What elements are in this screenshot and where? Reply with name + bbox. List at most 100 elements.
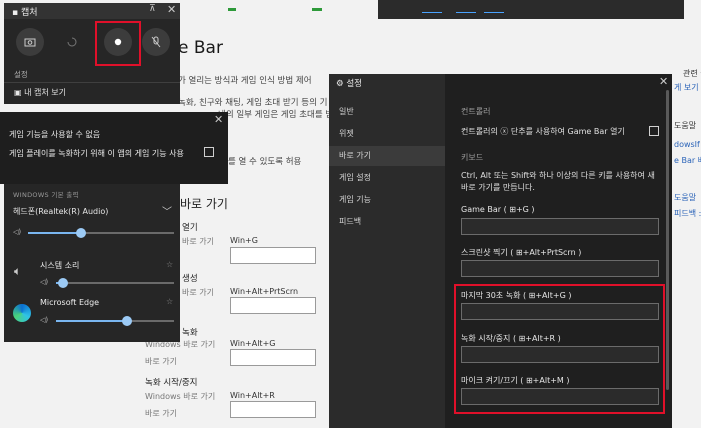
settings-nav: ⚙ 설정 일반 위젯 바로 가기 게임 설정 게임 기능 피드백 bbox=[329, 74, 445, 428]
help-link[interactable]: e Bar 베 bbox=[674, 155, 701, 166]
system-volume-slider[interactable] bbox=[56, 278, 174, 288]
shortcut-sub: 바로 가기 bbox=[182, 288, 214, 297]
speaker-icon: 🔈︎ bbox=[14, 264, 22, 278]
screenshot-shortcut-input[interactable] bbox=[461, 260, 659, 277]
master-volume-fill bbox=[28, 232, 81, 234]
nav-item-game-features[interactable]: 게임 기능 bbox=[329, 190, 445, 210]
shortcut-sub: Windows 바로 가기 bbox=[145, 392, 216, 401]
capture-title-text: 캡처 bbox=[20, 8, 38, 18]
output-device-name: 헤드폰(Realtek(R) Audio) bbox=[13, 207, 109, 216]
help-heading: 도움말 bbox=[674, 121, 697, 130]
shortcut-sub: 바로 가기 bbox=[182, 237, 214, 246]
shortcut-input[interactable] bbox=[230, 297, 316, 314]
shortcuts-highlight bbox=[454, 284, 665, 414]
scrollbar-thumb[interactable] bbox=[666, 90, 669, 390]
master-volume-knob[interactable] bbox=[75, 228, 86, 238]
keyboard-description: Ctrl, Alt 또는 Shift와 하나 이상의 다른 키를 사용하여 새 bbox=[461, 171, 655, 180]
tab-underline bbox=[422, 12, 442, 13]
microphone-toggle-button[interactable] bbox=[142, 28, 170, 56]
capture-settings-label: 설정 bbox=[14, 70, 28, 79]
record-last-button[interactable] bbox=[58, 28, 86, 56]
enable-game-features-checkbox[interactable] bbox=[204, 147, 214, 157]
shortcut-key: Win+Alt+R bbox=[230, 391, 275, 400]
page-description: 를 열 수 있도록 허용 bbox=[228, 157, 302, 167]
keyboard-description: 바로 가기를 만듭니다. bbox=[461, 183, 535, 192]
controller-heading: 컨트롤러 bbox=[461, 107, 491, 116]
show-captures-label: 내 캡처 보기 bbox=[24, 88, 66, 97]
edge-volume-knob[interactable] bbox=[121, 316, 132, 326]
volume-icon: ◁) bbox=[40, 316, 49, 324]
audio-widget: WINDOWS 기본 출력 헤드폰(Realtek(R) Audio) ﹀ ◁)… bbox=[4, 184, 180, 342]
capture-widget: ▪ 캡처 ⊼ ✕ 설정 ▣ 내 캡처 보기 bbox=[4, 3, 180, 104]
settings-title: ⚙ 설정 bbox=[336, 79, 362, 89]
page-title: e Bar bbox=[178, 38, 223, 58]
notice-title: 게임 기능을 사용할 수 없음 bbox=[9, 130, 101, 139]
shortcut-input[interactable] bbox=[230, 349, 316, 366]
shortcut-label: 녹화 bbox=[182, 328, 198, 338]
edge-volume-fill bbox=[56, 320, 127, 322]
top-dark-strip bbox=[378, 0, 684, 19]
controller-option-label: 컨트롤러의 ⓧ 단추를 사용하여 Game Bar 열기 bbox=[461, 127, 625, 136]
nav-item-general[interactable]: 일반 bbox=[329, 102, 445, 122]
game-bar-shortcut-input[interactable] bbox=[461, 218, 659, 235]
nav-item-shortcuts[interactable]: 바로 가기 bbox=[329, 146, 445, 166]
keyboard-heading: 키보드 bbox=[461, 153, 484, 162]
shortcut-sub: 바로 가기 bbox=[145, 409, 177, 418]
shortcut-label: 열기 bbox=[182, 223, 198, 233]
system-sound-label: 시스템 소리 bbox=[40, 261, 80, 270]
notice-option-label: 게임 플레이를 녹화하기 위해 이 앱의 게임 기능 사용 bbox=[9, 149, 184, 158]
gallery-icon: ▣ bbox=[14, 88, 22, 97]
nav-item-feedback[interactable]: 피드백 bbox=[329, 212, 445, 232]
record-button-highlight bbox=[95, 21, 141, 66]
replay-icon bbox=[67, 37, 77, 47]
star-icon[interactable]: ☆ bbox=[166, 297, 173, 306]
title-bar-accent bbox=[312, 8, 322, 11]
divider bbox=[4, 82, 180, 83]
close-icon[interactable]: ✕ bbox=[214, 113, 223, 126]
controller-open-checkbox[interactable] bbox=[649, 126, 659, 136]
help-link[interactable]: dowsIf bbox=[674, 140, 700, 149]
close-icon[interactable]: ✕ bbox=[167, 3, 176, 16]
shortcut-input[interactable] bbox=[230, 401, 316, 418]
shortcut-field-label: 스크린샷 찍기 ( ⊞+Alt+PrtScrn ) bbox=[461, 248, 582, 257]
chevron-down-icon[interactable]: ﹀ bbox=[162, 203, 172, 218]
screenshot-button[interactable] bbox=[16, 28, 44, 56]
shortcut-label: 녹화 시작/중지 bbox=[145, 378, 198, 388]
volume-icon: ◁) bbox=[13, 228, 22, 236]
title-bar-accent bbox=[228, 8, 236, 11]
settings-title-text: 설정 bbox=[346, 79, 362, 89]
page-description: 가 열리는 방식과 게임 인식 방법 제어 bbox=[178, 76, 312, 86]
show-captures-link[interactable]: ▣ 내 캡처 보기 bbox=[14, 87, 66, 98]
shortcut-label: 생성 bbox=[182, 274, 198, 284]
shortcut-key: Win+Alt+G bbox=[230, 339, 276, 348]
page-description: 내의 일부 게임은 게임 초대를 받 bbox=[218, 110, 334, 120]
nav-item-gaming-settings[interactable]: 게임 설정 bbox=[329, 168, 445, 188]
master-volume-slider[interactable] bbox=[28, 228, 174, 238]
section-title-shortcuts: 바로 가기 bbox=[180, 197, 228, 211]
related-settings-heading: 관련 설정 bbox=[683, 69, 701, 78]
tab-underline bbox=[484, 12, 504, 13]
edge-volume-slider[interactable] bbox=[56, 316, 174, 326]
related-settings-link[interactable]: 게 보기 bbox=[674, 82, 699, 93]
shortcut-input[interactable] bbox=[230, 247, 316, 264]
shortcut-key: Win+G bbox=[230, 236, 258, 245]
default-output-heading: WINDOWS 기본 출력 bbox=[13, 191, 79, 199]
shortcut-field-label: Game Bar ( ⊞+G ) bbox=[461, 205, 535, 214]
capture-widget-header[interactable]: ▪ 캡처 ⊼ ✕ bbox=[4, 3, 180, 19]
game-features-notice: ✕ 게임 기능을 사용할 수 없음 게임 플레이를 녹화하기 위해 이 앱의 게… bbox=[0, 112, 228, 184]
camera-icon bbox=[24, 38, 36, 47]
edge-app-label: Microsoft Edge bbox=[40, 298, 100, 307]
help-link[interactable]: 도움말 bbox=[674, 192, 696, 203]
close-icon[interactable]: ✕ bbox=[659, 75, 668, 88]
volume-icon: ◁) bbox=[40, 278, 49, 286]
star-icon[interactable]: ☆ bbox=[166, 260, 173, 269]
nav-item-widgets[interactable]: 위젯 bbox=[329, 124, 445, 144]
pin-icon[interactable]: ⊼ bbox=[149, 4, 156, 14]
capture-widget-title: ▪ 캡처 bbox=[12, 8, 38, 18]
system-volume-knob[interactable] bbox=[58, 278, 69, 288]
mic-off-icon bbox=[151, 36, 161, 48]
settings-scrollbar[interactable] bbox=[666, 90, 670, 408]
feedback-link[interactable]: 피드백 : bbox=[674, 208, 701, 219]
shortcut-key: Win+Alt+PrtScrn bbox=[230, 287, 299, 296]
tab-underline bbox=[456, 12, 476, 13]
